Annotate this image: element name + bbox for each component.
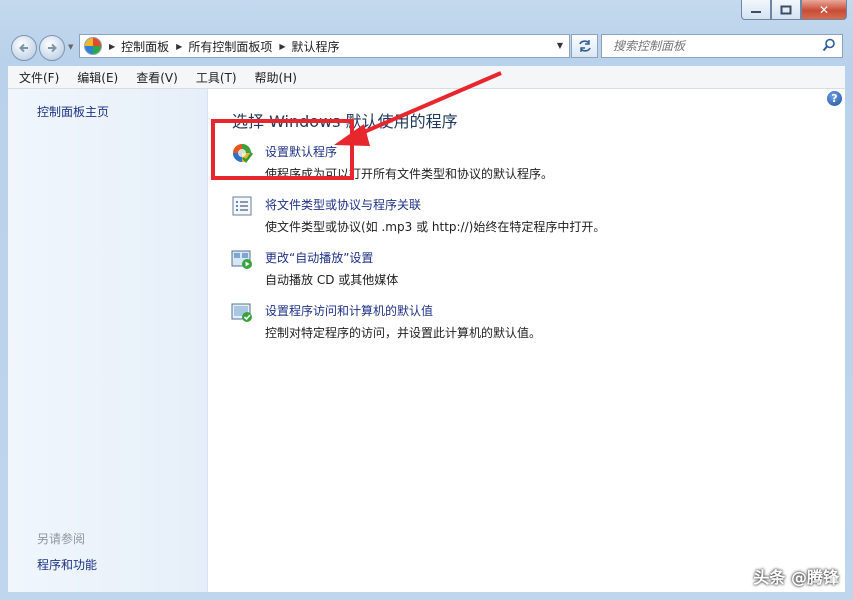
address-bar[interactable]: ▶ 控制面板 ▶ 所有控制面板项 ▶ 默认程序 ▼ [79,34,570,58]
chevron-right-icon[interactable]: ▶ [176,42,182,51]
refresh-icon [578,40,591,52]
annotation-highlight-box [211,119,354,180]
chevron-right-icon[interactable]: ▶ [109,42,115,51]
back-arrow-icon [19,43,28,53]
autoplay-description: 自动播放 CD 或其他媒体 [265,273,399,287]
maximize-icon [780,5,792,14]
address-dropdown-icon[interactable]: ▼ [557,41,563,50]
breadcrumb-all-items[interactable]: 所有控制面板项 [188,38,272,55]
program-access-link[interactable]: 设置程序访问和计算机的默认值 [265,302,433,319]
forward-button[interactable] [39,35,65,61]
file-association-icon [232,196,252,216]
menu-view[interactable]: 查看(V) [127,69,187,86]
close-icon: ✕ [818,2,830,17]
refresh-button[interactable] [571,34,598,58]
search-input[interactable] [611,35,815,57]
forward-arrow-icon [48,43,57,53]
menu-edit[interactable]: 编辑(E) [68,69,127,86]
menu-file[interactable]: 文件(F) [8,69,68,86]
close-button[interactable]: ✕ [801,0,847,20]
control-panel-icon [84,37,102,55]
window-caption-buttons: ✕ [741,0,847,20]
menu-bar: 文件(F) 编辑(E) 查看(V) 工具(T) 帮助(H) [8,66,845,89]
autoplay-icon [231,250,252,269]
recent-pages-dropdown-icon[interactable]: ▼ [68,43,73,51]
program-access-description: 控制对特定程序的访问，并设置此计算机的默认值。 [265,326,542,340]
minimize-icon [751,10,761,13]
program-access-icon [231,303,252,322]
menu-tools[interactable]: 工具(T) [187,69,246,86]
chevron-right-icon[interactable]: ▶ [279,42,285,51]
breadcrumb-default-programs[interactable]: 默认程序 [292,38,340,55]
window-frame: ✕ ▼ ▶ 控制面板 ▶ 所有控制面板项 ▶ 默认程序 ▼ 文件(F) 编辑(E… [0,0,853,600]
sidebar-link-programs-features[interactable]: 程序和功能 [37,556,97,573]
file-association-description: 使文件类型或协议(如 .mp3 或 http://)始终在特定程序中打开。 [265,220,606,234]
help-icon[interactable]: ? [827,91,842,106]
file-association-link[interactable]: 将文件类型或协议与程序关联 [265,196,421,213]
autoplay-settings-link[interactable]: 更改“自动播放”设置 [265,249,373,266]
watermark: 头条 @腾锋 [753,568,839,587]
breadcrumb-control-panel[interactable]: 控制面板 [121,38,169,55]
menu-help[interactable]: 帮助(H) [246,69,306,86]
search-icon[interactable] [822,38,836,52]
maximize-button[interactable] [771,0,801,20]
sidebar: 控制面板主页 另请参阅 程序和功能 [8,89,208,592]
see-also-title: 另请参阅 [37,532,86,546]
minimize-button[interactable] [741,0,771,20]
back-button[interactable] [11,35,37,61]
search-box[interactable] [601,34,843,58]
sidebar-link-control-panel-home[interactable]: 控制面板主页 [37,103,109,120]
